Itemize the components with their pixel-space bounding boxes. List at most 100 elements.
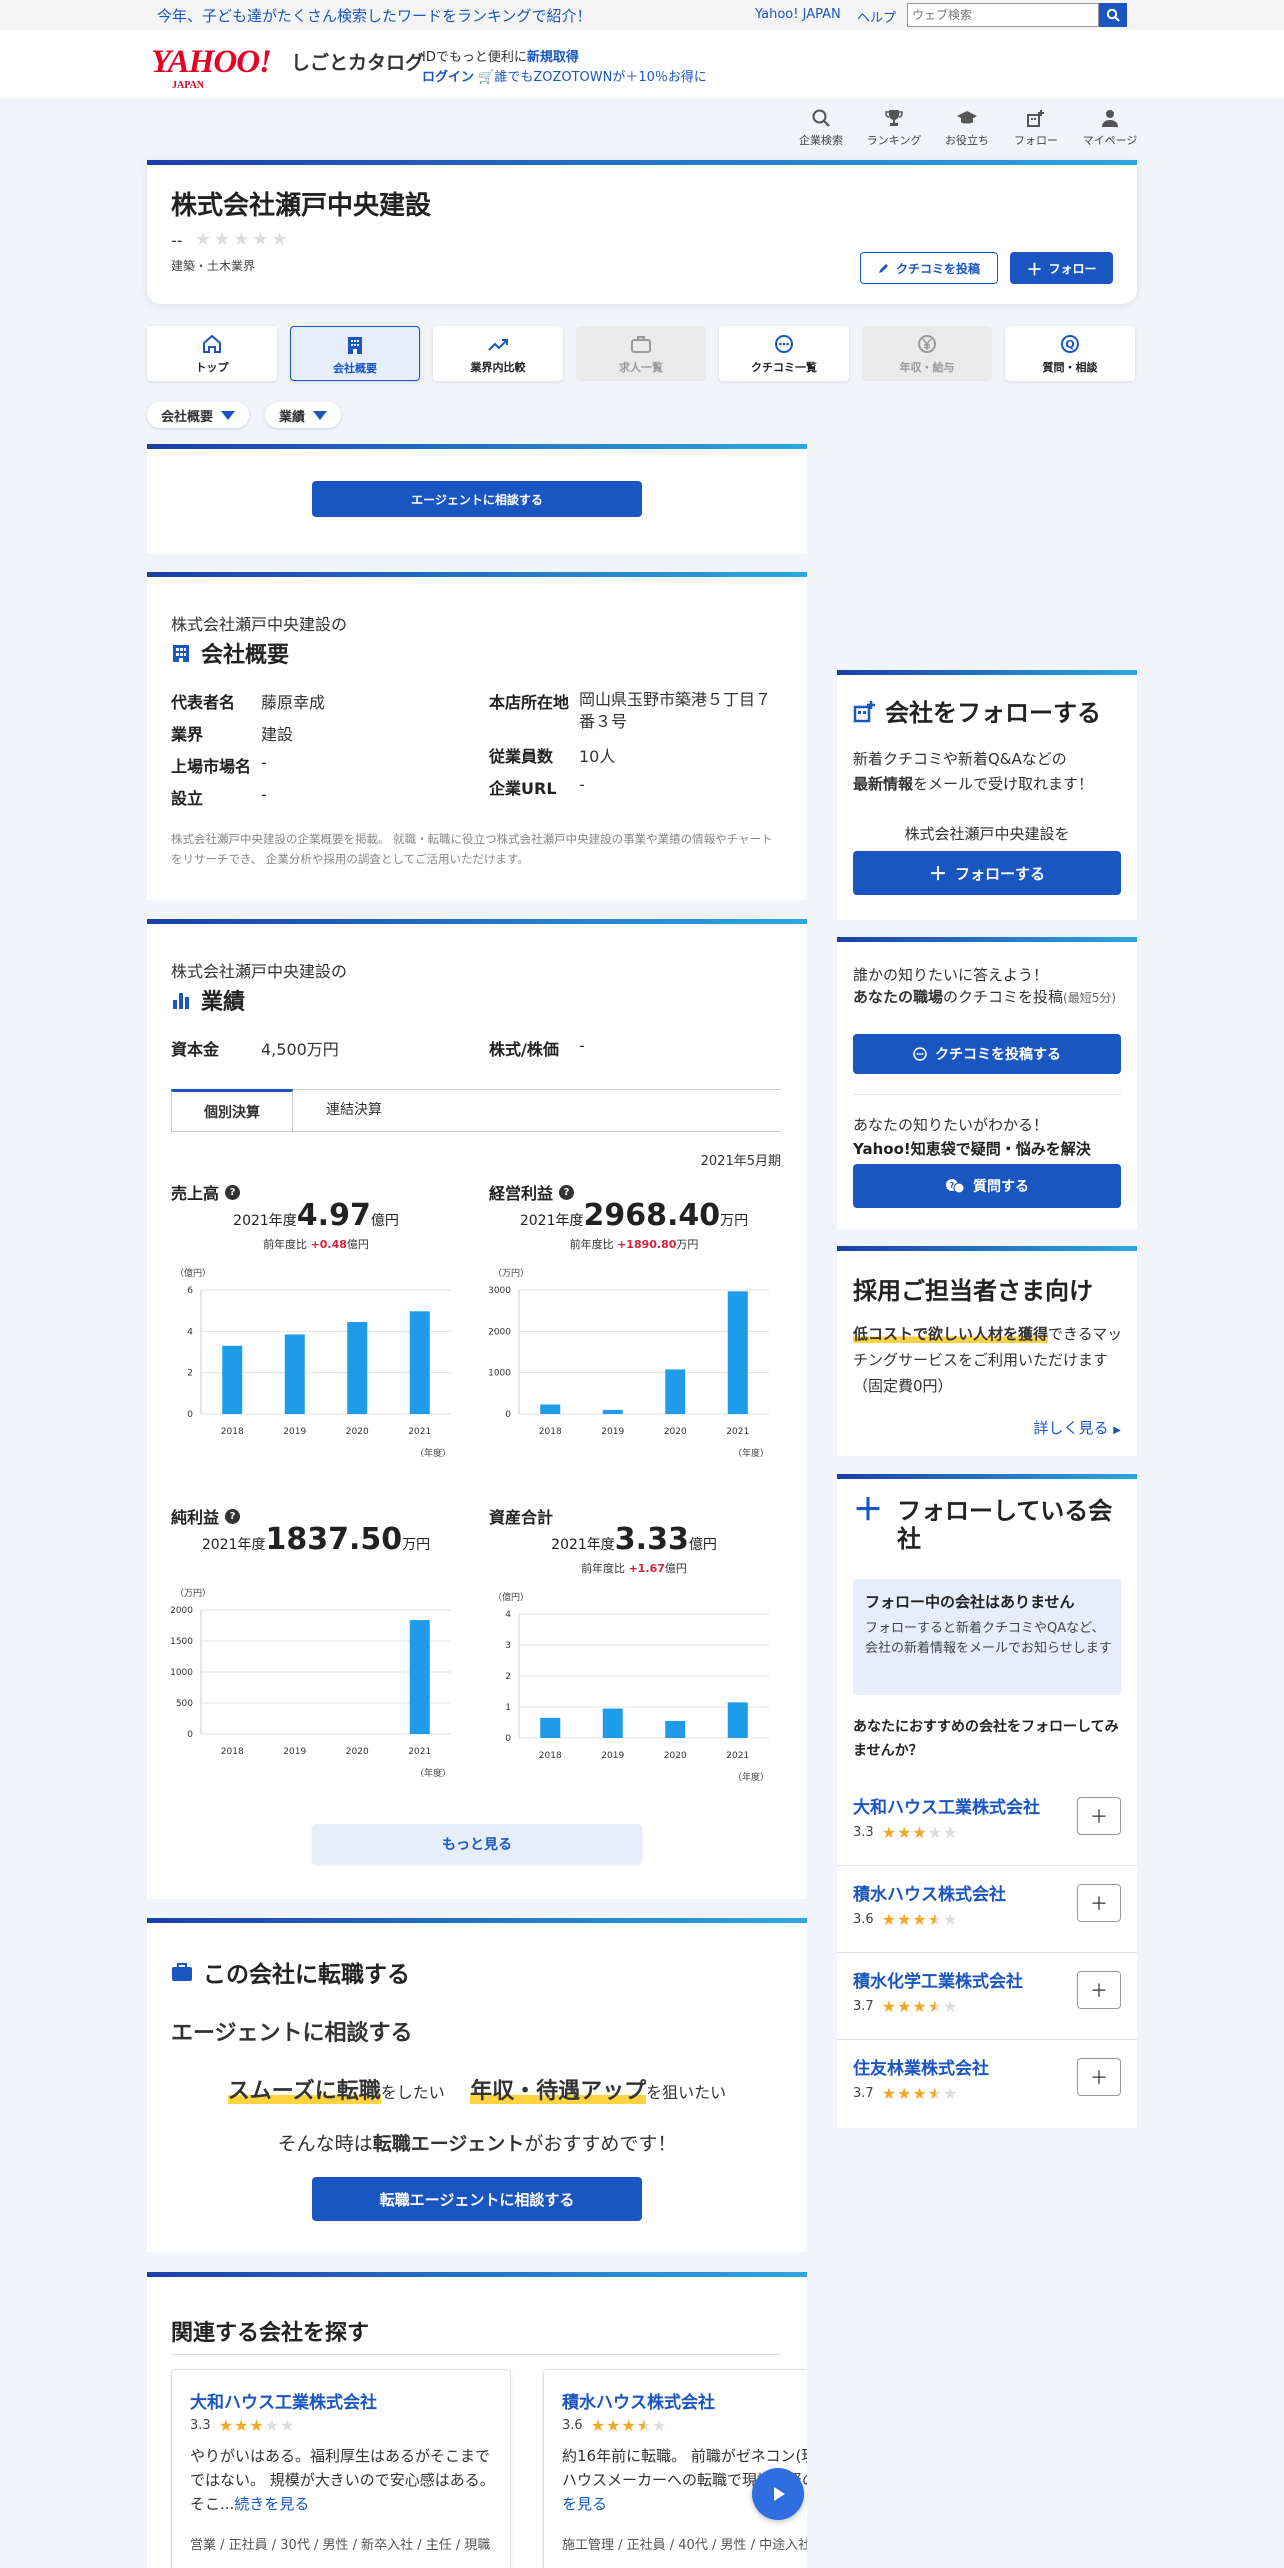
company-rating: -- <box>171 231 183 250</box>
industry-label: 業界 <box>171 725 204 744</box>
market-value: - <box>261 753 267 772</box>
star-icon: ★ <box>606 2416 622 2435</box>
sb-ask-question-button[interactable]: ? 質問する <box>853 1164 1121 1208</box>
post-review-button[interactable]: クチコミを投稿 <box>860 252 998 284</box>
follow-plus-button[interactable]: ＋ <box>1077 1884 1121 1922</box>
related-company-name[interactable]: 積水ハウス株式会社 <box>562 2388 715 2413</box>
plus-icon: ＋ <box>1026 260 1043 279</box>
sb-post-review-button[interactable]: クチコミを投稿する <box>853 1034 1121 1074</box>
tab-label: 業界内比較 <box>470 361 526 374</box>
ask-line3: あなたの知りたいがわかる！ <box>853 1116 1049 1134</box>
metric-change: 前年度比 +1890.80万円 <box>489 1236 779 1252</box>
briefcase-icon <box>172 1963 192 1981</box>
nav-ranking[interactable]: ランキング <box>863 108 925 148</box>
follow-plus-button[interactable]: ＋ <box>1077 1971 1121 2009</box>
chart-line-icon <box>488 339 508 351</box>
metric-year: 2021年度 <box>233 1213 297 1229</box>
recommended-company-name[interactable]: 大和ハウス工業株式会社 <box>853 1793 1040 1818</box>
read-more-link[interactable]: 続きを見る <box>234 2495 309 2513</box>
consult-agent-button[interactable]: エージェントに相談する <box>312 481 642 517</box>
search-icon <box>1106 8 1120 22</box>
follow-plus-button[interactable]: ＋ <box>1077 2058 1121 2096</box>
change-mid2: を狙いたい <box>646 2083 727 2102</box>
nav-tips[interactable]: お役立ち <box>936 108 998 148</box>
line2-bold: 転職エージェント <box>372 2133 525 2155</box>
tab-top[interactable]: トップ <box>147 326 277 381</box>
recommended-company-name[interactable]: 積水ハウス株式会社 <box>853 1880 1006 1905</box>
employees-label: 従業員数 <box>489 747 554 766</box>
related-company-card[interactable]: 大和ハウス工業株式会社 3.3 ★★★★★ やりがいはある。福利厚生はあるがそこまでで… <box>171 2369 511 2568</box>
star-icon: ★ <box>234 2416 250 2435</box>
consult-transfer-agent-button[interactable]: 転職エージェントに相談する <box>312 2177 642 2221</box>
recruit-more-link[interactable]: 詳しく見る ▶ <box>1034 1417 1122 1438</box>
zozo-link[interactable]: 誰でもZOZOTOWNが＋10％お得に <box>494 70 707 85</box>
tab-industry-comparison[interactable]: 業界内比較 <box>433 326 563 381</box>
sb-follow-button[interactable]: ＋ フォローする <box>853 851 1121 895</box>
star-icon: ★ <box>636 2416 653 2435</box>
recommended-rating: 3.3 ★★★★★ <box>853 1823 958 1842</box>
id-line-text: IDでもっと便利に <box>422 50 527 65</box>
tab-questions[interactable]: Q 質問・相談 <box>1005 326 1135 381</box>
rating-stars: ★★★★★ <box>591 2416 668 2435</box>
metric-unit: 億円 <box>688 1537 717 1553</box>
login-line: ログイン 🛒誰でもZOZOTOWNが＋10％お得に <box>422 66 707 85</box>
company-name: 株式会社瀬戸中央建設 <box>171 191 432 221</box>
triangle-down-icon <box>313 410 328 420</box>
building-icon <box>173 645 189 662</box>
tab-label: トップ <box>195 361 229 374</box>
sb-follow-text2: 最新情報 <box>853 775 914 793</box>
follow-plus-button[interactable]: ＋ <box>1077 1797 1121 1835</box>
star-icon: ★ <box>881 1997 898 2016</box>
star-icon: ★ <box>652 2416 668 2435</box>
signup-link[interactable]: 新規取得 <box>527 50 579 65</box>
play-button[interactable] <box>752 2468 804 2520</box>
tab-jobs: 求人一覧 <box>576 326 706 381</box>
subtab-bottom-line <box>171 1131 781 1132</box>
tab-label: 求人一覧 <box>619 361 663 374</box>
promo-link[interactable]: 今年、子ども達がたくさん検索したワードをランキングで紹介！ <box>157 5 592 26</box>
star-icon: ★ <box>218 2416 235 2435</box>
recommended-company-name[interactable]: 積水化学工業株式会社 <box>853 1967 1023 1992</box>
service-name[interactable]: しごとカタログ <box>291 48 424 75</box>
sb-follow-text3: をメールで受け取れます！ <box>913 775 1094 793</box>
subtab-individual[interactable]: 個別決算 <box>171 1089 293 1131</box>
follow-label: フォロー <box>1048 261 1097 276</box>
cart-icon: 🛒 <box>478 70 495 85</box>
id-signup-line: IDでもっと便利に新規取得 <box>422 46 579 65</box>
related-rating: 3.6 ★★★★★ <box>562 2416 667 2435</box>
fiscal-period: 2021年5月期 <box>700 1154 781 1169</box>
nav-mypage[interactable]: マイページ <box>1079 108 1141 148</box>
tab-reviews[interactable]: クチコミ一覧 <box>719 326 849 381</box>
related-company-name[interactable]: 大和ハウス工業株式会社 <box>190 2388 377 2413</box>
metric-number: 1837.50 <box>265 1522 403 1557</box>
jump-menu-performance[interactable]: 業績 <box>265 402 342 428</box>
login-link[interactable]: ログイン <box>422 70 474 85</box>
x-tick-label: 2021 <box>408 1747 431 1757</box>
y-tick-label: 0 <box>187 1730 193 1740</box>
tab-company-overview[interactable]: 会社概要 <box>290 326 420 381</box>
yahoo-japan-link[interactable]: Yahoo! JAPAN <box>755 7 841 22</box>
metric-delta: +1.67 <box>628 1562 665 1575</box>
home-icon <box>203 334 221 353</box>
rating-value: 3.7 <box>853 2086 874 2101</box>
bar <box>409 1620 430 1734</box>
related-company-card[interactable]: 積水ハウス株式会社3.6★★★★★約16年前に転職。 前職がゼネコン(現督)で、… <box>543 2369 807 2568</box>
recommended-company-name[interactable]: 住友林業株式会社 <box>853 2054 989 2079</box>
x-tick-label: 2021 <box>408 1427 431 1437</box>
more-button[interactable]: もっと見る <box>312 1824 642 1864</box>
bar-chart: （億円） 0 2 4 6 2018 2019 2020 2021 （年度） <box>175 1267 451 1459</box>
yahoo-logo[interactable]: YAHOO! <box>151 44 272 81</box>
user-icon <box>1102 110 1118 127</box>
jump-menu-overview[interactable]: 会社概要 <box>147 402 250 428</box>
web-search-input[interactable] <box>907 3 1099 27</box>
x-tick-label: 2018 <box>221 1427 244 1437</box>
subtab-consolidated[interactable]: 連結決算 <box>293 1099 415 1119</box>
follow-button[interactable]: ＋ フォロー <box>1010 252 1113 284</box>
nav-company-search[interactable]: 企業検索 <box>790 108 852 148</box>
url-label: 企業URL <box>489 779 557 798</box>
search-button[interactable] <box>1099 3 1127 27</box>
help-link[interactable]: ヘルプ <box>857 7 896 26</box>
nav-follow[interactable]: フォロー <box>1005 108 1067 148</box>
nav-label: お役立ち <box>945 134 989 147</box>
star-icon: ★ <box>927 1997 944 2016</box>
